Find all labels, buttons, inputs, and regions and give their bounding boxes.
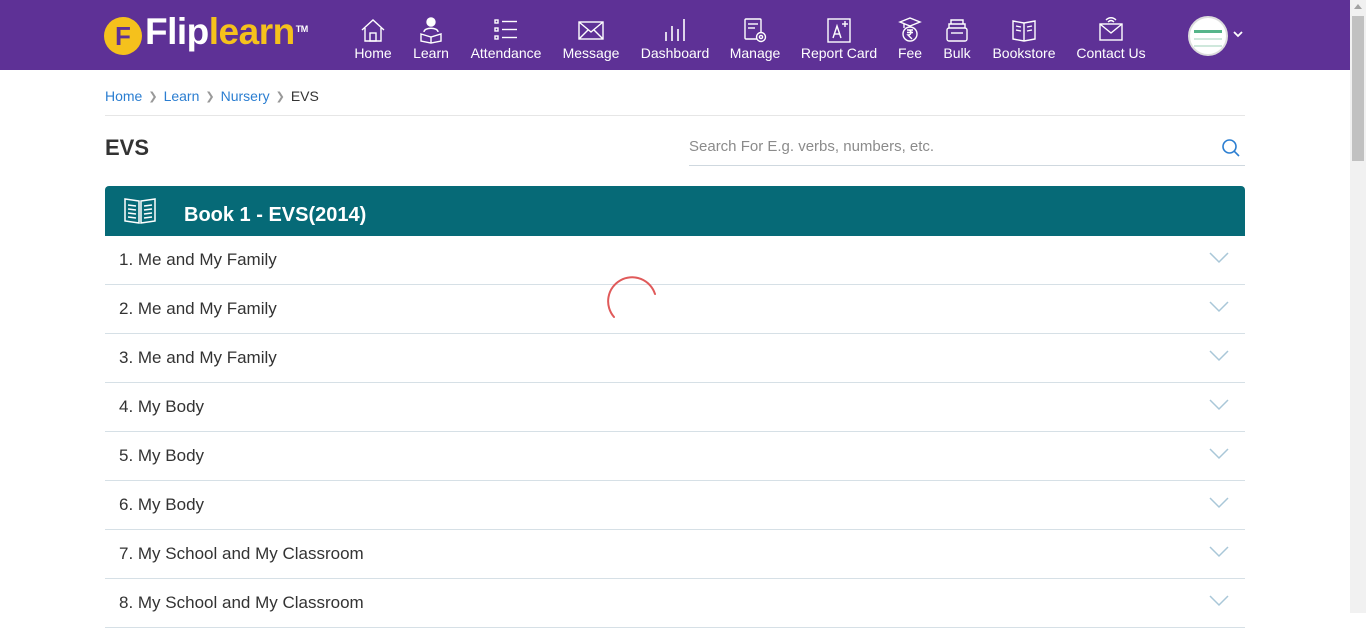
chevron-down-icon[interactable] [1209,497,1229,509]
chevron-down-icon[interactable] [1232,28,1244,40]
scroll-up-arrow-icon[interactable] [1354,4,1362,9]
chapter-row[interactable]: 6. My Body [105,481,1245,530]
page-scrollbar[interactable] [1350,0,1366,613]
search-input[interactable] [689,134,1209,158]
chevron-down-icon[interactable] [1209,546,1229,558]
logo-text-learn: learn [208,10,295,52]
breadcrumb-learn[interactable]: Learn [164,88,200,104]
home-icon [361,19,385,42]
top-navbar: F FliplearnTM Home Learn Attendance Mess… [0,0,1350,70]
fee-icon [898,17,922,42]
logo-trademark: TM [295,23,309,34]
chevron-down-icon[interactable] [1209,448,1229,460]
report-card-icon [827,18,851,43]
chevron-down-icon[interactable] [1209,301,1229,313]
manage-icon [744,18,767,43]
chapter-label: 7. My School and My Classroom [119,544,364,563]
chapter-label: 6. My Body [119,495,205,514]
nav-bookstore[interactable]: Bookstore [991,16,1057,64]
page-title: EVS [105,135,150,160]
chapter-row[interactable]: 3. Me and My Family [105,334,1245,383]
nav-contact-us[interactable]: Contact Us [1076,16,1146,64]
logo-text-flip: Flip [145,10,209,52]
attendance-icon [494,19,517,40]
chapter-row[interactable]: 4. My Body [105,383,1245,432]
search-icon[interactable] [1221,138,1241,158]
nav-bulk[interactable]: Bulk [941,16,973,64]
chapter-label: 1. Me and My Family [119,250,277,269]
dashboard-icon [665,19,685,41]
open-book-icon [124,198,156,224]
chevron-down-icon[interactable] [1209,350,1229,362]
nav-manage[interactable]: Manage [729,16,781,64]
scrollbar-thumb[interactable] [1352,16,1364,161]
chapter-row[interactable]: 8. My School and My Classroom [105,579,1245,628]
logo-mark: F [104,17,142,55]
chapter-row[interactable]: 2. Me and My Family [105,285,1245,334]
loading-spinner-icon [607,276,656,318]
nav-home[interactable]: Home [354,16,392,64]
bookstore-icon [1012,20,1036,42]
chapter-row[interactable]: 7. My School and My Classroom [105,530,1245,579]
chapter-label: 4. My Body [119,397,205,416]
learn-icon [420,17,442,44]
book-header: Book 1 - EVS(2014) [105,186,1245,236]
chevron-down-icon[interactable] [1209,252,1229,264]
chapter-label: 8. My School and My Classroom [119,593,364,612]
fliplearn-logo[interactable]: F FliplearnTM [104,11,309,56]
nav-message[interactable]: Message [562,16,620,64]
nav-learn[interactable]: Learn [412,16,450,64]
nav-fee[interactable]: Fee [896,16,924,64]
chapter-label: 5. My Body [119,446,205,465]
chevron-down-icon[interactable] [1209,399,1229,411]
breadcrumb-chevron-icon: ❯ [275,90,285,103]
chapter-list: 1. Me and My Family 2. Me and My Family … [105,236,1245,628]
book-title: Book 1 - EVS(2014) [184,204,367,226]
breadcrumb-chevron-icon: ❯ [148,90,158,103]
breadcrumb-divider [105,115,1245,116]
chevron-down-icon[interactable] [1209,595,1229,607]
chapter-row[interactable]: 5. My Body [105,432,1245,481]
bulk-icon [946,19,968,42]
chapter-row[interactable]: 1. Me and My Family [105,236,1245,285]
avatar[interactable] [1188,16,1228,56]
breadcrumb: Home ❯ Learn ❯ Nursery ❯ EVS [105,88,319,104]
message-icon [578,21,604,40]
breadcrumb-current: EVS [290,88,319,104]
search-bar [689,134,1245,166]
nav-dashboard[interactable]: Dashboard [640,16,710,64]
chapter-label: 3. Me and My Family [119,348,277,367]
chapter-label: 2. Me and My Family [119,299,277,318]
breadcrumb-grade[interactable]: Nursery [221,88,270,104]
breadcrumb-chevron-icon: ❯ [205,90,215,103]
breadcrumb-home[interactable]: Home [105,88,142,104]
nav-report-card[interactable]: Report Card [801,16,877,64]
nav-attendance[interactable]: Attendance [469,16,543,64]
contact-us-icon [1099,17,1123,41]
